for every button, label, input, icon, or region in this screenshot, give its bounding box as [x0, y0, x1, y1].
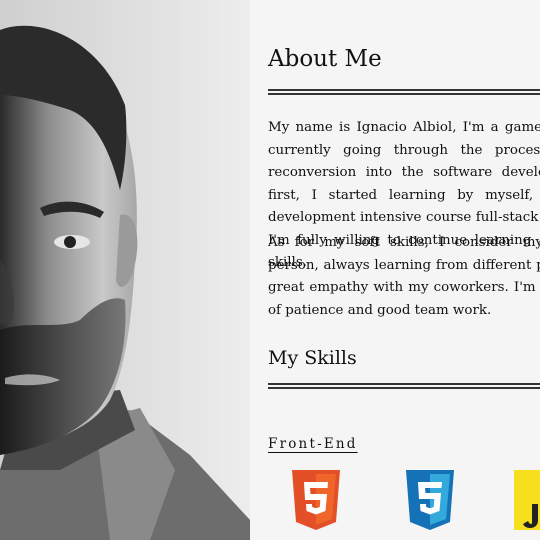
about-heading: About Me [268, 46, 382, 72]
javascript-icon [514, 470, 540, 534]
html5-icon [290, 470, 342, 534]
profile-photo [0, 0, 250, 540]
css3-icon [404, 470, 456, 534]
portrait-image [0, 0, 250, 540]
about-section: About Me My name is Ignacio Albiol, I'm … [250, 0, 540, 540]
about-paragraph-2: As for my soft skills, I consider myself… [268, 235, 540, 318]
about-divider [268, 89, 540, 95]
skills-heading: My Skills [268, 347, 357, 369]
skills-divider [268, 383, 540, 389]
front-end-label: Front-End [268, 436, 358, 452]
